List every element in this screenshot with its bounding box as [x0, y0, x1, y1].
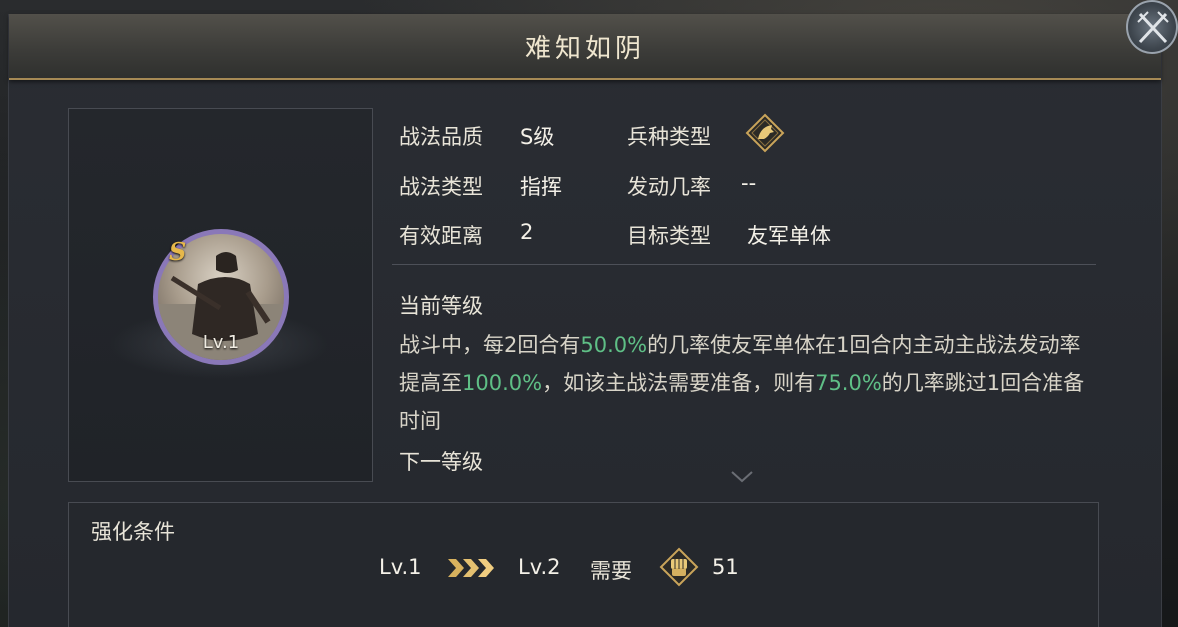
- enhance-title: 强化条件: [91, 520, 175, 544]
- skill-type-value: 指挥: [520, 175, 562, 199]
- skill-portrait-box: Lv.1 S: [68, 108, 373, 482]
- crossed-swords-icon: [1137, 11, 1169, 44]
- desc-highlight-2: 100.0%: [462, 371, 543, 395]
- troop-type-label: 兵种类型: [627, 125, 711, 149]
- skill-grade-badge: S: [169, 237, 187, 266]
- fist-token-icon: [659, 547, 699, 587]
- skill-level-badge: Lv.1: [202, 332, 240, 353]
- range-label: 有效距离: [399, 224, 483, 248]
- dialog-title: 难知如阴: [524, 34, 645, 64]
- quality-value: S级: [520, 125, 555, 149]
- triple-chevron-right-icon: [448, 559, 494, 577]
- target-type-label: 目标类型: [627, 224, 711, 248]
- cost-value: 51: [712, 555, 739, 579]
- desc-text-1: 战斗中，每2回合有: [399, 333, 581, 357]
- current-level-heading: 当前等级: [399, 294, 483, 318]
- to-level: Lv.2: [518, 555, 561, 579]
- quality-label: 战法品质: [399, 125, 483, 149]
- need-label: 需要: [590, 559, 632, 583]
- skill-type-label: 战法类型: [399, 175, 483, 199]
- desc-highlight-1: 50.0%: [580, 333, 648, 357]
- skill-description: 战斗中，每2回合有50.0%的几率使友军单体在1回合内主动主战法发动率提高至10…: [399, 326, 1089, 440]
- desc-highlight-3: 75.0%: [815, 371, 882, 395]
- title-bar: 难知如阴: [9, 14, 1161, 80]
- close-button[interactable]: [1126, 0, 1178, 54]
- trigger-chance-value: --: [741, 171, 757, 195]
- target-type-value: 友军单体: [747, 224, 831, 248]
- range-value: 2: [520, 220, 534, 244]
- desc-text-3: ，如该主战法需要准备，则有: [542, 371, 816, 395]
- horse-cavalry-icon: [745, 113, 785, 153]
- next-level-heading: 下一等级: [399, 450, 483, 474]
- trigger-chance-label: 发动几率: [627, 175, 711, 199]
- chevron-down-icon[interactable]: [730, 470, 754, 484]
- enhance-section: [68, 502, 1099, 627]
- section-divider: [392, 264, 1096, 265]
- from-level: Lv.1: [379, 555, 422, 579]
